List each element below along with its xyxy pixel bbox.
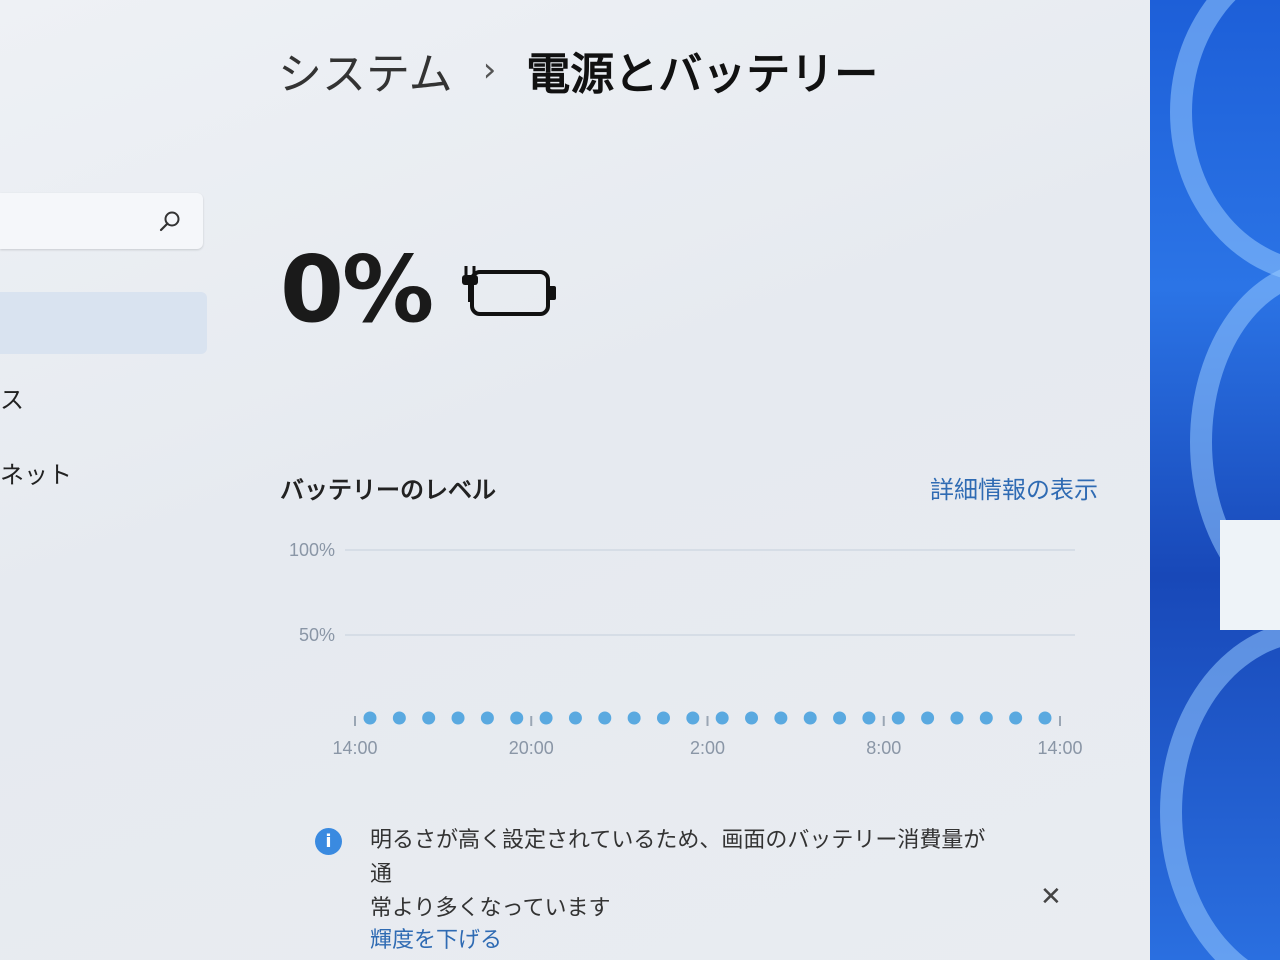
battery-level-point: [774, 711, 788, 725]
sidebar-item-system[interactable]: [0, 292, 207, 354]
battery-level-point: [422, 711, 436, 725]
battery-level-point: [833, 711, 847, 725]
battery-level-point: [480, 711, 494, 725]
battery-level-point: [803, 711, 817, 725]
battery-level-point: [598, 711, 612, 725]
search-input[interactable]: [0, 193, 203, 249]
show-details-link[interactable]: 詳細情報の表示: [930, 470, 1098, 505]
battery-percentage: 0%: [280, 236, 434, 343]
battery-level-point: [392, 711, 406, 725]
battery-level-point: [921, 711, 935, 725]
sidebar-item-label[interactable]: ス: [0, 380, 24, 415]
battery-level-point: [627, 711, 641, 725]
reduce-brightness-link[interactable]: 輝度を下げる: [370, 922, 502, 954]
battery-level-point: [510, 711, 524, 725]
notice-line-2: 常より多くなっています: [370, 896, 611, 921]
breadcrumb: システム › 電源とバッテリー: [278, 38, 878, 102]
battery-level-point: [862, 711, 876, 725]
settings-window: システム › 電源とバッテリー ス ネット 0% バッテリーのレベル 詳細情報の…: [0, 0, 1150, 960]
battery-level-point: [539, 711, 553, 725]
close-icon[interactable]: ✕: [1040, 882, 1062, 912]
battery-level-point: [568, 711, 582, 725]
breadcrumb-system[interactable]: システム: [278, 38, 453, 102]
battery-level-point: [451, 711, 465, 725]
battery-level-point: [656, 711, 670, 725]
x-tick-label: 8:00: [866, 738, 901, 758]
x-tick-label: 2:00: [690, 738, 725, 758]
battery-level-point: [745, 711, 759, 725]
battery-level-chart: 100% 50% 14:00 20:00 2:00 8:00 14:00: [289, 540, 1083, 758]
battery-level-point: [950, 711, 964, 725]
battery-charging-icon: [462, 266, 556, 316]
x-tick-label: 14:00: [332, 738, 377, 758]
y-tick-label: 50%: [299, 625, 335, 645]
battery-level-point: [1038, 711, 1052, 725]
x-tick-label: 20:00: [509, 738, 554, 758]
search-icon: [159, 211, 180, 232]
battery-level-point: [715, 711, 729, 725]
battery-level-point: [1009, 711, 1023, 725]
y-tick-label: 100%: [289, 540, 335, 560]
battery-level-point: [686, 711, 700, 725]
breadcrumb-separator-icon: ›: [482, 50, 497, 90]
sidebar-item-label[interactable]: ネット: [0, 455, 72, 490]
brightness-notice: 明るさが高く設定されているため、画面のバッテリー消費量が通 常より多くなっていま…: [370, 824, 990, 926]
info-icon: i: [315, 828, 342, 855]
x-tick-label: 14:00: [1037, 738, 1082, 758]
desktop-wallpaper: [1150, 0, 1280, 960]
battery-level-title: バッテリーのレベル: [280, 476, 496, 504]
page-title: 電源とバッテリー: [526, 49, 879, 100]
battery-level-point: [363, 711, 377, 725]
battery-level-point: [979, 711, 993, 725]
notice-line-1: 明るさが高く設定されているため、画面のバッテリー消費量が通: [370, 828, 986, 887]
battery-level-point: [891, 711, 905, 725]
